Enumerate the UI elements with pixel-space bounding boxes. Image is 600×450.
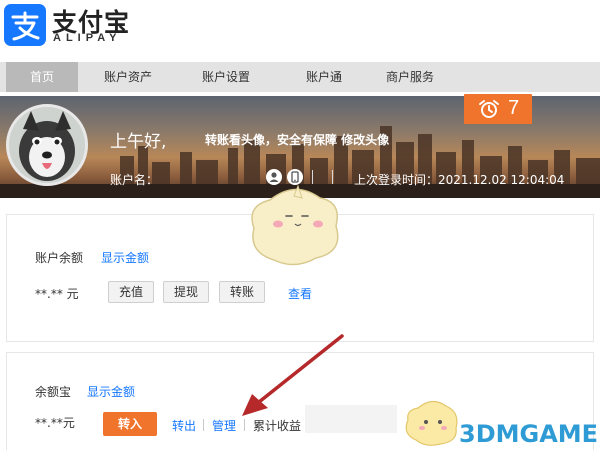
link-divider bbox=[244, 419, 245, 431]
yuebao-amount: **.**元 bbox=[35, 416, 75, 430]
balance-amount: **.** 元 bbox=[35, 287, 79, 301]
balance-label: 账户余额 bbox=[35, 251, 84, 265]
recharge-button[interactable]: 充值 bbox=[108, 281, 154, 303]
link-divider bbox=[203, 419, 204, 431]
view-balance-link[interactable]: 查看 bbox=[288, 285, 312, 302]
nav-item-account-link[interactable]: 账户通 bbox=[286, 62, 362, 92]
nav-item-assets[interactable]: 账户资产 bbox=[90, 62, 166, 92]
nav-item-settings[interactable]: 账户设置 bbox=[188, 62, 264, 92]
main-nav: 首页 账户资产 账户设置 账户通 商户服务 bbox=[0, 62, 600, 92]
user-avatar[interactable] bbox=[6, 104, 88, 186]
watermark-mascot-icon bbox=[405, 400, 458, 446]
transfer-button[interactable]: 转账 bbox=[219, 281, 265, 303]
alarm-clock-icon bbox=[479, 100, 499, 118]
withdraw-button[interactable]: 提现 bbox=[163, 281, 209, 303]
annotation-arrow bbox=[242, 334, 344, 416]
last-login-time: 上次登录时间：2021.12.02 12:04:04 bbox=[354, 173, 565, 187]
account-name-label: 账户名： bbox=[110, 173, 159, 187]
yuebao-label: 余额宝 bbox=[35, 385, 72, 399]
top-brand-bar: 支付宝 ALIPAY bbox=[0, 0, 600, 56]
nav-item-home[interactable]: 首页 bbox=[6, 62, 78, 92]
nav-item-merchant[interactable]: 商户服务 bbox=[372, 62, 448, 92]
brand-name-en: ALIPAY bbox=[53, 32, 122, 44]
greeting-text: 上午好, bbox=[110, 132, 167, 152]
alarm-count: 7 bbox=[508, 97, 520, 119]
avatar-security-tip[interactable]: 转账看头像，安全有保障 修改头像 bbox=[205, 131, 389, 148]
show-balance-link[interactable]: 显示金额 bbox=[101, 249, 149, 266]
alipay-logo-icon[interactable] bbox=[4, 4, 46, 46]
watermark-text: 3DMGAME bbox=[459, 420, 599, 448]
transfer-in-button[interactable]: 转入 bbox=[103, 412, 157, 436]
alarm-reminder-badge[interactable]: 7 bbox=[464, 94, 532, 124]
show-yuebao-link[interactable]: 显示金额 bbox=[87, 383, 135, 400]
transfer-out-link[interactable]: 转出 bbox=[172, 417, 196, 434]
mascot-sticker-image bbox=[251, 184, 339, 266]
